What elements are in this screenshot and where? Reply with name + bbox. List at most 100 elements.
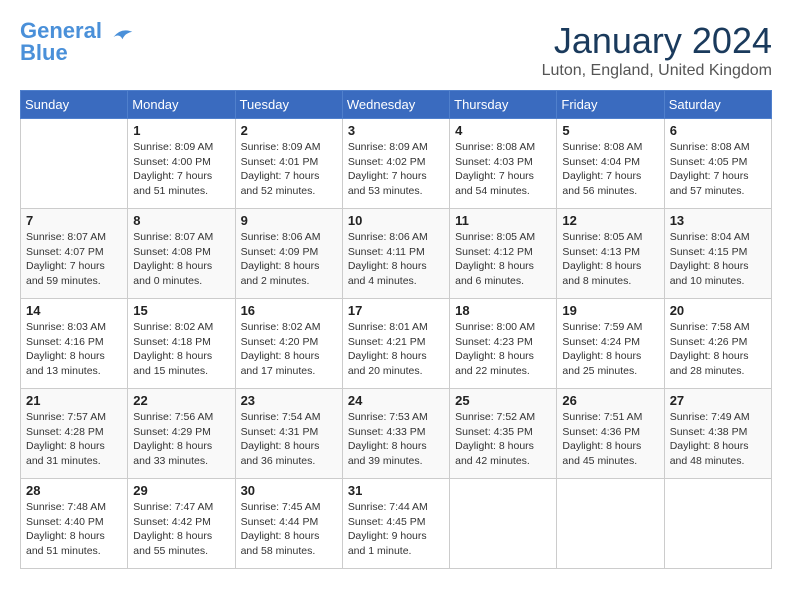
sunrise-text: Sunrise: 7:51 AM [562,411,642,423]
sunset-text: Sunset: 4:44 PM [241,516,319,528]
sunrise-text: Sunrise: 8:09 AM [241,141,321,153]
col-monday: Monday [128,91,235,119]
day-number: 1 [133,123,229,138]
day-number: 11 [455,213,551,228]
daylight-text: Daylight: 7 hours and 59 minutes. [26,260,105,287]
calendar-cell: 27 Sunrise: 7:49 AM Sunset: 4:38 PM Dayl… [664,389,771,479]
calendar-cell: 23 Sunrise: 7:54 AM Sunset: 4:31 PM Dayl… [235,389,342,479]
calendar-cell: 25 Sunrise: 7:52 AM Sunset: 4:35 PM Dayl… [450,389,557,479]
day-info: Sunrise: 7:53 AM Sunset: 4:33 PM Dayligh… [348,410,444,469]
day-info: Sunrise: 7:52 AM Sunset: 4:35 PM Dayligh… [455,410,551,469]
daylight-text: Daylight: 8 hours and 22 minutes. [455,350,534,377]
day-number: 30 [241,483,337,498]
calendar-cell: 22 Sunrise: 7:56 AM Sunset: 4:29 PM Dayl… [128,389,235,479]
day-info: Sunrise: 7:47 AM Sunset: 4:42 PM Dayligh… [133,500,229,559]
page-header: GeneralBlue January 2024 Luton, England,… [20,20,772,80]
day-number: 19 [562,303,658,318]
day-info: Sunrise: 8:09 AM Sunset: 4:00 PM Dayligh… [133,140,229,199]
day-info: Sunrise: 8:08 AM Sunset: 4:05 PM Dayligh… [670,140,766,199]
day-number: 14 [26,303,122,318]
sunset-text: Sunset: 4:03 PM [455,156,533,168]
sunset-text: Sunset: 4:01 PM [241,156,319,168]
day-info: Sunrise: 7:54 AM Sunset: 4:31 PM Dayligh… [241,410,337,469]
daylight-text: Daylight: 7 hours and 57 minutes. [670,170,749,197]
daylight-text: Daylight: 8 hours and 8 minutes. [562,260,641,287]
daylight-text: Daylight: 7 hours and 53 minutes. [348,170,427,197]
day-number: 7 [26,213,122,228]
day-number: 27 [670,393,766,408]
calendar-cell: 16 Sunrise: 8:02 AM Sunset: 4:20 PM Dayl… [235,299,342,389]
calendar-cell: 10 Sunrise: 8:06 AM Sunset: 4:11 PM Dayl… [342,209,449,299]
daylight-text: Daylight: 7 hours and 52 minutes. [241,170,320,197]
daylight-text: Daylight: 8 hours and 0 minutes. [133,260,212,287]
daylight-text: Daylight: 8 hours and 13 minutes. [26,350,105,377]
day-number: 13 [670,213,766,228]
calendar-week-row: 28 Sunrise: 7:48 AM Sunset: 4:40 PM Dayl… [21,479,772,569]
calendar-cell: 6 Sunrise: 8:08 AM Sunset: 4:05 PM Dayli… [664,119,771,209]
sunrise-text: Sunrise: 8:06 AM [348,231,428,243]
day-number: 17 [348,303,444,318]
calendar-header: Sunday Monday Tuesday Wednesday Thursday… [21,91,772,119]
day-number: 25 [455,393,551,408]
sunrise-text: Sunrise: 7:58 AM [670,321,750,333]
day-number: 26 [562,393,658,408]
title-block: January 2024 Luton, England, United King… [542,20,772,80]
calendar-week-row: 7 Sunrise: 8:07 AM Sunset: 4:07 PM Dayli… [21,209,772,299]
sunrise-text: Sunrise: 8:06 AM [241,231,321,243]
day-number: 15 [133,303,229,318]
day-info: Sunrise: 7:49 AM Sunset: 4:38 PM Dayligh… [670,410,766,469]
logo-text: GeneralBlue [20,20,102,64]
daylight-text: Daylight: 8 hours and 58 minutes. [241,530,320,557]
day-number: 31 [348,483,444,498]
daylight-text: Daylight: 8 hours and 42 minutes. [455,440,534,467]
sunrise-text: Sunrise: 7:48 AM [26,501,106,513]
daylight-text: Daylight: 8 hours and 10 minutes. [670,260,749,287]
day-number: 5 [562,123,658,138]
sunset-text: Sunset: 4:23 PM [455,336,533,348]
day-number: 22 [133,393,229,408]
sunset-text: Sunset: 4:09 PM [241,246,319,258]
day-info: Sunrise: 7:45 AM Sunset: 4:44 PM Dayligh… [241,500,337,559]
col-tuesday: Tuesday [235,91,342,119]
col-thursday: Thursday [450,91,557,119]
calendar-cell: 19 Sunrise: 7:59 AM Sunset: 4:24 PM Dayl… [557,299,664,389]
daylight-text: Daylight: 8 hours and 4 minutes. [348,260,427,287]
daylight-text: Daylight: 8 hours and 36 minutes. [241,440,320,467]
calendar-cell: 15 Sunrise: 8:02 AM Sunset: 4:18 PM Dayl… [128,299,235,389]
calendar-cell: 13 Sunrise: 8:04 AM Sunset: 4:15 PM Dayl… [664,209,771,299]
calendar-cell: 1 Sunrise: 8:09 AM Sunset: 4:00 PM Dayli… [128,119,235,209]
day-info: Sunrise: 7:44 AM Sunset: 4:45 PM Dayligh… [348,500,444,559]
sunset-text: Sunset: 4:36 PM [562,426,640,438]
day-info: Sunrise: 8:04 AM Sunset: 4:15 PM Dayligh… [670,230,766,289]
sunset-text: Sunset: 4:26 PM [670,336,748,348]
sunset-text: Sunset: 4:38 PM [670,426,748,438]
day-info: Sunrise: 7:57 AM Sunset: 4:28 PM Dayligh… [26,410,122,469]
sunrise-text: Sunrise: 8:08 AM [562,141,642,153]
location-subtitle: Luton, England, United Kingdom [542,62,772,80]
day-info: Sunrise: 8:06 AM Sunset: 4:09 PM Dayligh… [241,230,337,289]
sunrise-text: Sunrise: 8:02 AM [241,321,321,333]
daylight-text: Daylight: 8 hours and 25 minutes. [562,350,641,377]
daylight-text: Daylight: 8 hours and 48 minutes. [670,440,749,467]
calendar-cell: 20 Sunrise: 7:58 AM Sunset: 4:26 PM Dayl… [664,299,771,389]
day-info: Sunrise: 7:58 AM Sunset: 4:26 PM Dayligh… [670,320,766,379]
sunset-text: Sunset: 4:02 PM [348,156,426,168]
calendar-cell: 4 Sunrise: 8:08 AM Sunset: 4:03 PM Dayli… [450,119,557,209]
sunset-text: Sunset: 4:42 PM [133,516,211,528]
day-info: Sunrise: 8:07 AM Sunset: 4:07 PM Dayligh… [26,230,122,289]
day-info: Sunrise: 8:08 AM Sunset: 4:04 PM Dayligh… [562,140,658,199]
calendar-cell: 17 Sunrise: 8:01 AM Sunset: 4:21 PM Dayl… [342,299,449,389]
sunrise-text: Sunrise: 8:07 AM [133,231,213,243]
day-info: Sunrise: 8:02 AM Sunset: 4:18 PM Dayligh… [133,320,229,379]
day-info: Sunrise: 7:51 AM Sunset: 4:36 PM Dayligh… [562,410,658,469]
calendar-cell: 24 Sunrise: 7:53 AM Sunset: 4:33 PM Dayl… [342,389,449,479]
calendar-table: Sunday Monday Tuesday Wednesday Thursday… [20,90,772,569]
day-info: Sunrise: 7:59 AM Sunset: 4:24 PM Dayligh… [562,320,658,379]
col-friday: Friday [557,91,664,119]
calendar-week-row: 14 Sunrise: 8:03 AM Sunset: 4:16 PM Dayl… [21,299,772,389]
calendar-cell: 8 Sunrise: 8:07 AM Sunset: 4:08 PM Dayli… [128,209,235,299]
day-info: Sunrise: 7:56 AM Sunset: 4:29 PM Dayligh… [133,410,229,469]
month-year-title: January 2024 [542,20,772,62]
logo-bird-icon [106,22,136,52]
day-number: 8 [133,213,229,228]
